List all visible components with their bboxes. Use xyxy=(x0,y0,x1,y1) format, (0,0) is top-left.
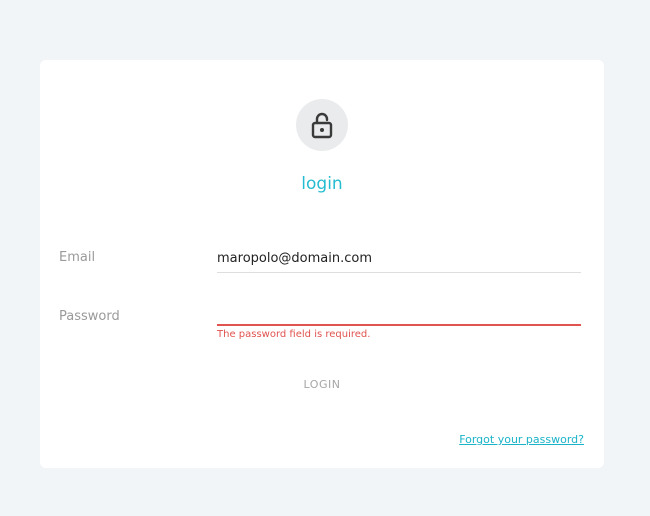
lock-icon-circle xyxy=(296,99,348,151)
login-button[interactable]: LOGIN xyxy=(272,373,372,395)
password-label: Password xyxy=(59,309,120,324)
email-field[interactable] xyxy=(217,247,581,273)
password-field[interactable] xyxy=(217,300,581,326)
page-title: login xyxy=(301,174,343,194)
login-card: login Email Password The password field … xyxy=(40,60,604,468)
login-page: login Email Password The password field … xyxy=(0,0,650,516)
forgot-password-link[interactable]: Forgot your password? xyxy=(459,433,584,446)
password-error-message: The password field is required. xyxy=(217,329,371,340)
lock-icon xyxy=(311,112,333,139)
email-label: Email xyxy=(59,250,96,265)
